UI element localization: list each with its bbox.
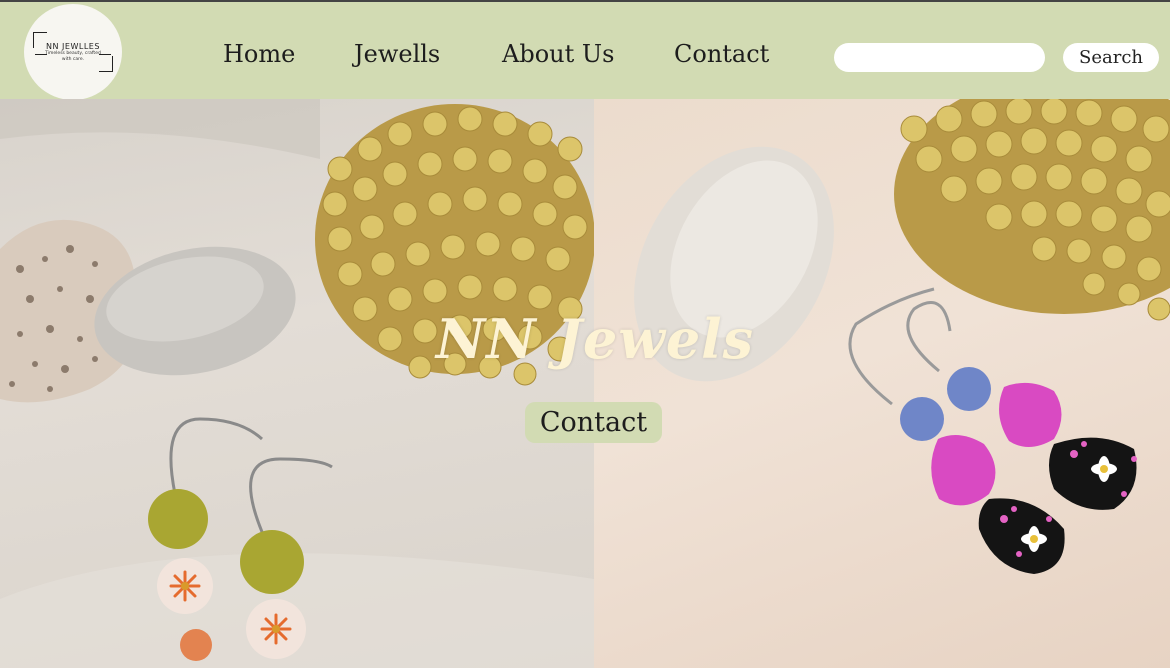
nav-jewells-link[interactable]: Jewells: [354, 40, 440, 68]
hero-photo-left: [0, 99, 594, 668]
logo-corner-top-left: [33, 32, 47, 48]
logo-corner-bottom-right: [99, 56, 113, 72]
logo-name: NN JEWLLES: [46, 41, 100, 51]
photo-right-illustration: [634, 99, 1170, 574]
hero-contact-button[interactable]: Contact: [525, 402, 662, 443]
nav-contact-link[interactable]: Contact: [674, 40, 769, 68]
hero-title: NN Jewels: [435, 307, 755, 371]
search-button[interactable]: Search: [1063, 43, 1159, 72]
logo-frame: NN JEWLLES Timeless beauty, crafted with…: [29, 32, 117, 72]
photo-left-illustration: [0, 99, 594, 668]
nav-home-link[interactable]: Home: [223, 40, 295, 68]
brand-logo[interactable]: NN JEWLLES Timeless beauty, crafted with…: [24, 4, 122, 100]
search-input[interactable]: [834, 43, 1045, 72]
page: NN JEWLLES Timeless beauty, crafted with…: [0, 0, 1170, 668]
hero-photo-right: [594, 99, 1170, 668]
yellow-flower-bunch-right: [894, 99, 1170, 321]
logo-tagline: Timeless beauty, crafted with care.: [45, 50, 101, 62]
hero-section: NN Jewels Contact: [0, 99, 1170, 668]
nav-about-us-link[interactable]: About Us: [502, 40, 614, 68]
logo-line-left: [35, 54, 47, 55]
header-navbar: NN JEWLLES Timeless beauty, crafted with…: [0, 0, 1170, 100]
logo-line-right: [99, 54, 111, 55]
